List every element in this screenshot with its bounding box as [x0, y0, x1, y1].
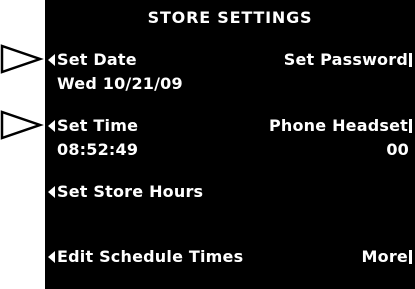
left-triangle-icon: [48, 186, 55, 198]
set-date-button[interactable]: Set Date: [48, 50, 137, 69]
right-bar-icon: [409, 250, 412, 264]
store-settings-screen: STORE SETTINGS Set Date Wed 10/21/09 Set…: [45, 0, 415, 289]
set-time-button[interactable]: Set Time: [48, 116, 138, 135]
phone-headset-label: Phone Headset: [268, 116, 408, 135]
screen-title: STORE SETTINGS: [147, 8, 313, 27]
set-date-label: Set Date: [57, 50, 137, 69]
left-triangle-icon: [48, 251, 55, 263]
set-password-button[interactable]: Set Password: [284, 50, 412, 69]
date-value: Wed 10/21/09: [57, 74, 183, 93]
phone-headset-button[interactable]: Phone Headset: [269, 116, 412, 135]
right-bar-icon: [409, 53, 412, 67]
set-store-hours-label: Set Store Hours: [57, 182, 204, 201]
edit-schedule-times-label: Edit Schedule Times: [57, 247, 244, 266]
set-store-hours-button[interactable]: Set Store Hours: [48, 182, 203, 201]
time-value: 08:52:49: [57, 140, 139, 159]
edit-schedule-times-button[interactable]: Edit Schedule Times: [48, 247, 243, 266]
set-time-label: Set Time: [57, 116, 139, 135]
left-triangle-icon: [48, 120, 55, 132]
right-bar-icon: [409, 119, 412, 133]
set-password-label: Set Password: [283, 50, 408, 69]
left-triangle-icon: [48, 54, 55, 66]
phone-headset-value: 00: [386, 140, 409, 159]
more-label: More: [361, 247, 408, 266]
more-button[interactable]: More: [362, 247, 412, 266]
